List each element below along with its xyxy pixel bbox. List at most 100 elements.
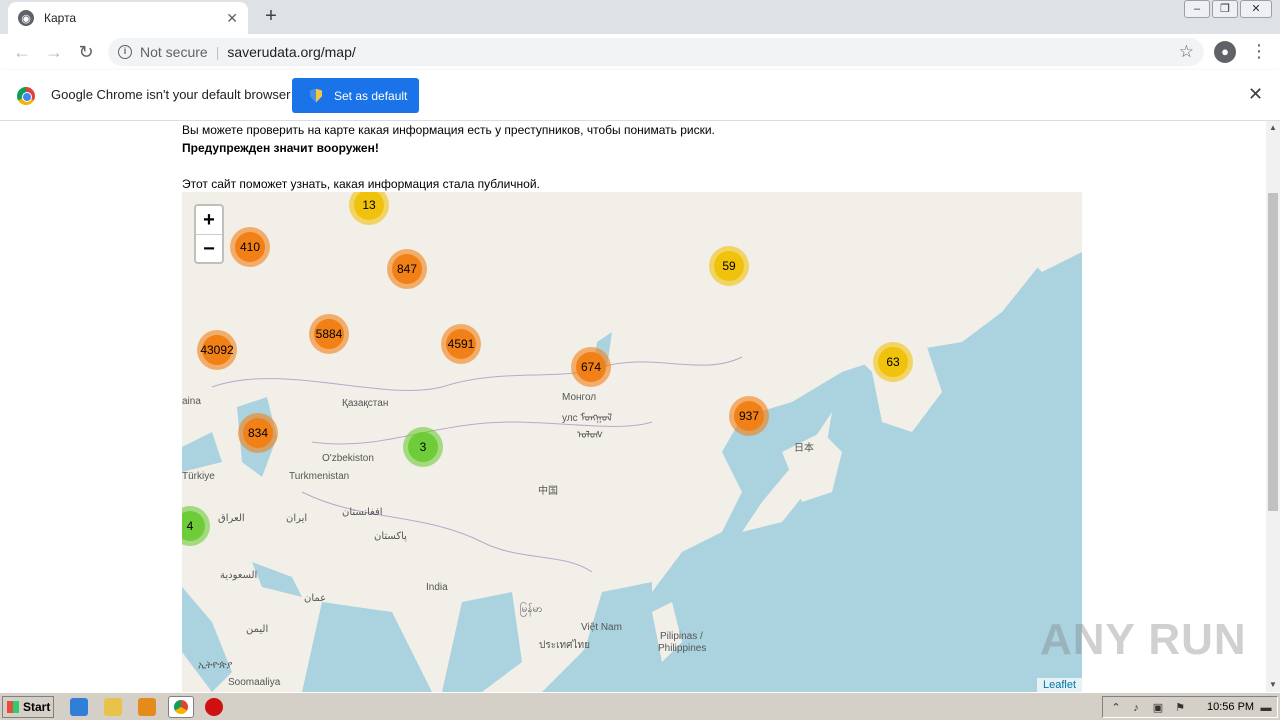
marker-cluster-count: 13	[354, 192, 384, 220]
menu-kebab-icon[interactable]: ⋮	[1250, 41, 1268, 62]
shield-icon	[310, 88, 322, 103]
map-place-label: aina	[182, 396, 201, 407]
close-window-button[interactable]: ✕	[1240, 0, 1272, 18]
chrome-logo-icon	[17, 87, 35, 105]
browser-tab[interactable]: ◉ Карта ✕	[8, 2, 248, 34]
default-browser-infobar: Google Chrome isn't your default browser…	[0, 70, 1280, 121]
forward-button[interactable]: →	[38, 36, 70, 68]
ie-icon[interactable]	[70, 698, 88, 716]
map-place-label: ᠤᠯᠤᠰ	[577, 430, 604, 441]
marker-cluster[interactable]: 937	[729, 396, 769, 436]
marker-cluster-count: 3	[408, 432, 438, 462]
warning-text: Предупрежден значит вооружен!	[182, 141, 379, 155]
bookmark-star-icon[interactable]: ☆	[1179, 42, 1194, 62]
marker-cluster[interactable]: 63	[873, 342, 913, 382]
map-place-label: ประเทศไทย	[539, 640, 590, 651]
system-tray: ⌃ ♪ ▣ ⚑ 10:56 PM ▬	[1102, 696, 1278, 718]
chrome-taskbar-icon[interactable]	[168, 696, 194, 718]
new-tab-button[interactable]: +	[260, 5, 282, 27]
restore-button[interactable]: ❐	[1212, 0, 1238, 18]
url-text[interactable]: saverudata.org/map/	[227, 44, 355, 60]
map-place-label: Қазақстан	[342, 398, 389, 409]
marker-cluster[interactable]: 847	[387, 249, 427, 289]
separator: |	[215, 44, 220, 60]
address-bar[interactable]: i Not secure | saverudata.org/map/ ☆	[108, 38, 1204, 66]
browser-toolbar: ← → ↻ i Not secure | saverudata.org/map/…	[0, 34, 1280, 70]
leaflet-map[interactable]: + − Қазақстан O'zbekiston Turkmenistan Монг…	[182, 192, 1082, 692]
start-label: Start	[23, 700, 51, 714]
marker-cluster-count: 4	[182, 511, 205, 541]
marker-cluster-count: 4591	[446, 329, 476, 359]
back-button[interactable]: ←	[6, 36, 38, 68]
set-as-default-label: Set as default	[334, 88, 408, 103]
zoom-control: + −	[194, 204, 224, 264]
marker-cluster[interactable]: 834	[238, 413, 278, 453]
infobar-close-icon[interactable]: ✕	[1248, 84, 1263, 105]
marker-cluster-count: 674	[576, 352, 606, 382]
folder-icon[interactable]	[104, 698, 122, 716]
tab-title: Карта	[44, 11, 77, 25]
flag-icon[interactable]: ⚑	[1173, 701, 1187, 715]
scroll-up-icon[interactable]: ▲	[1266, 121, 1280, 135]
leaflet-attribution[interactable]: Leaflet	[1036, 678, 1082, 692]
map-place-label: السعودية	[220, 570, 258, 581]
map-place-label: Монгол	[562, 392, 597, 403]
marker-cluster[interactable]: 410	[230, 227, 270, 267]
reload-button[interactable]: ↻	[70, 36, 102, 68]
minimize-button[interactable]: –	[1184, 0, 1210, 18]
network-icon[interactable]: ▣	[1151, 701, 1165, 715]
map-place-label: Pilipinas /	[660, 631, 703, 642]
map-place-label: 日本	[794, 443, 814, 454]
marker-cluster-count: 43092	[200, 335, 234, 365]
tab-close-icon[interactable]: ✕	[226, 10, 238, 27]
map-place-label: اليمن	[246, 624, 269, 635]
marker-cluster[interactable]: 4591	[441, 324, 481, 364]
info-icon[interactable]: i	[118, 45, 132, 59]
map-place-label: Philippines	[658, 643, 707, 654]
globe-icon: ◉	[18, 10, 34, 26]
zoom-out-button[interactable]: −	[196, 235, 222, 264]
map-place-label: Turkmenistan	[289, 471, 350, 482]
vertical-scrollbar[interactable]: ▲ ▼	[1266, 121, 1280, 692]
page-content: Вы можете проверить на карте какая инфор…	[0, 121, 1266, 692]
tab-strip: ◉ Карта ✕ + – ❐ ✕	[0, 0, 1280, 34]
marker-cluster[interactable]: 3	[403, 427, 443, 467]
start-button[interactable]: Start	[2, 696, 54, 718]
marker-cluster[interactable]: 5884	[309, 314, 349, 354]
profile-avatar-icon[interactable]: ●	[1214, 41, 1236, 63]
marker-cluster-count: 937	[734, 401, 764, 431]
infobar-message: Google Chrome isn't your default browser	[51, 87, 291, 102]
marker-cluster[interactable]: 674	[571, 347, 611, 387]
tray-arrow-icon[interactable]: ⌃	[1109, 701, 1123, 715]
map-place-label: Việt Nam	[581, 622, 622, 633]
marker-cluster-count: 834	[243, 418, 273, 448]
scroll-down-icon[interactable]: ▼	[1266, 678, 1280, 692]
description-text: Этот сайт поможет узнать, какая информац…	[182, 177, 540, 191]
marker-cluster-count: 5884	[314, 319, 344, 349]
set-as-default-button[interactable]: Set as default	[292, 78, 419, 113]
marker-cluster-count: 847	[392, 254, 422, 284]
show-desktop-icon[interactable]: ▬	[1259, 701, 1273, 715]
scroll-thumb[interactable]	[1268, 193, 1278, 511]
media-player-icon[interactable]	[138, 698, 156, 716]
map-place-label: မြန်မာ	[520, 604, 543, 615]
map-place-label: India	[426, 582, 448, 593]
marker-cluster-count: 410	[235, 232, 265, 262]
marker-cluster[interactable]: 43092	[197, 330, 237, 370]
map-place-label: улс ᠮᠣᠩᠭᠣᠯ	[562, 413, 613, 424]
windows-flag-icon	[7, 701, 19, 713]
map-place-label: ایران	[286, 513, 308, 524]
map-place-label: العراق	[218, 513, 245, 524]
security-label: Not secure	[140, 44, 208, 60]
map-place-label: پاکستان	[374, 531, 407, 542]
map-place-label: 中国	[538, 486, 558, 497]
map-place-label: ኢትዮጵያ	[198, 660, 233, 671]
zoom-in-button[interactable]: +	[196, 206, 222, 235]
volume-icon[interactable]: ♪	[1129, 701, 1143, 715]
map-place-label: Türkiye	[182, 471, 215, 482]
window-controls: – ❐ ✕	[1182, 0, 1272, 20]
map-land	[182, 192, 1082, 692]
marker-cluster[interactable]: 59	[709, 246, 749, 286]
stop-icon[interactable]	[205, 698, 223, 716]
intro-text: Вы можете проверить на карте какая инфор…	[182, 123, 715, 137]
